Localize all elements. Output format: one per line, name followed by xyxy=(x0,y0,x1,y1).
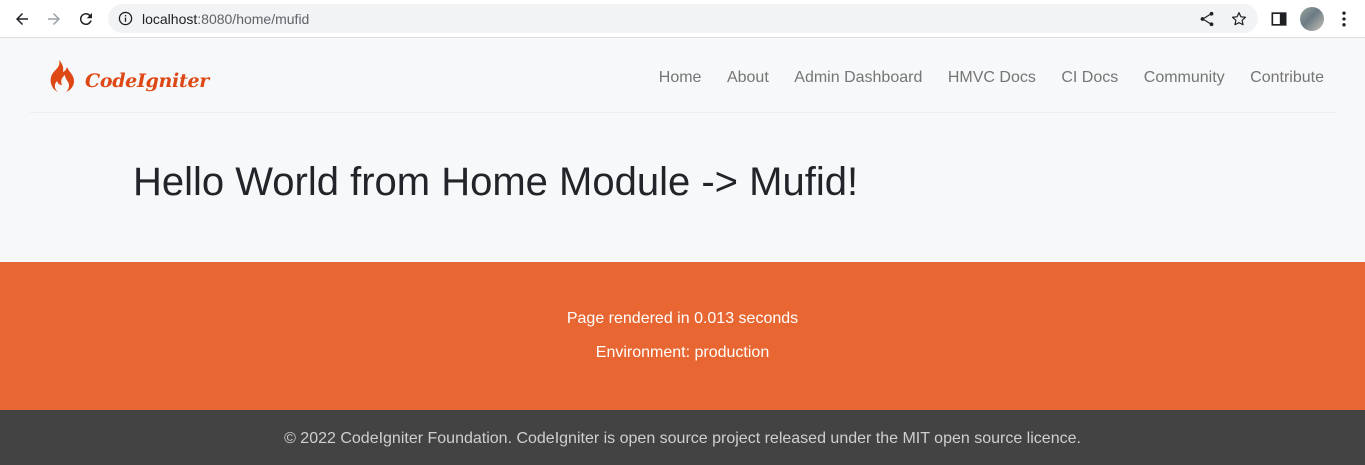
footer-info: Page rendered in 0.013 seconds Environme… xyxy=(0,262,1365,410)
info-icon[interactable] xyxy=(118,11,133,26)
forward-button[interactable] xyxy=(42,7,66,31)
back-button[interactable] xyxy=(10,7,34,31)
nav-item-contribute[interactable]: Contribute xyxy=(1250,69,1324,87)
nav-item-community[interactable]: Community xyxy=(1144,69,1225,87)
copyright-text: © 2022 CodeIgniter Foundation. CodeIgnit… xyxy=(284,430,1081,447)
browser-toolbar: localhost:8080/home/mufid xyxy=(0,0,1365,38)
site-header: CodeIgniter Home About Admin Dashboard H… xyxy=(30,38,1336,113)
brand-name: CodeIgniter xyxy=(85,70,209,92)
nav-item-admin-dashboard[interactable]: Admin Dashboard xyxy=(794,69,922,87)
nav-item-home[interactable]: Home xyxy=(659,69,702,87)
reload-button[interactable] xyxy=(74,7,98,31)
render-time-text: Page rendered in 0.013 seconds xyxy=(566,310,799,327)
codeigniter-flame-icon xyxy=(50,60,74,92)
nav-item-about[interactable]: About xyxy=(727,69,769,87)
star-icon[interactable] xyxy=(1230,10,1248,28)
nav-item-ci-docs[interactable]: CI Docs xyxy=(1061,69,1118,87)
copyright: © 2022 CodeIgniter Foundation. CodeIgnit… xyxy=(0,410,1365,465)
reload-icon xyxy=(79,13,92,26)
kebab-menu-icon[interactable] xyxy=(1334,9,1354,29)
url-text[interactable]: localhost:8080/home/mufid xyxy=(142,11,309,27)
url-host: localhost xyxy=(142,11,198,27)
environment-text: Environment: production xyxy=(595,344,770,361)
url-path: :8080/home/mufid xyxy=(197,11,310,27)
brand-link[interactable]: CodeIgniter xyxy=(44,59,209,95)
address-bar[interactable]: localhost:8080/home/mufid xyxy=(108,4,1258,33)
avatar[interactable] xyxy=(1300,7,1324,31)
page-title: Hello World from Home Module -> Mufid! xyxy=(133,160,859,204)
nav-item-hmvc-docs[interactable]: HMVC Docs xyxy=(948,69,1036,87)
main-nav: Home About Admin Dashboard HMVC Docs CI … xyxy=(633,69,1324,87)
arrow-right-icon xyxy=(48,13,60,25)
share-icon[interactable] xyxy=(1198,10,1216,28)
side-panel-icon[interactable] xyxy=(1269,9,1289,29)
arrow-left-icon xyxy=(16,13,28,25)
